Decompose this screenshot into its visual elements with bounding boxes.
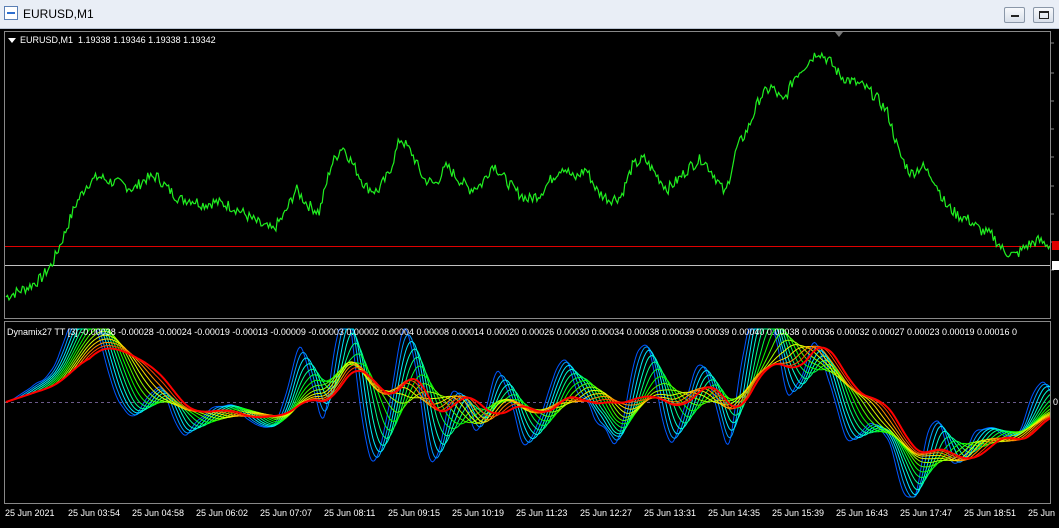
time-label: 25 Jun 12:27 bbox=[580, 508, 633, 518]
window-titlebar: EURUSD,M1 bbox=[0, 0, 1059, 29]
time-label: 25 Jun 13:31 bbox=[644, 508, 697, 518]
indicator-curve bbox=[5, 328, 1051, 498]
time-label: 25 Jun 09:15 bbox=[388, 508, 441, 518]
time-label: 25 Jun 04:58 bbox=[132, 508, 185, 518]
time-label: 25 Jun bbox=[1028, 508, 1056, 518]
main-pane-border bbox=[4, 31, 1051, 319]
indicator-values: -0.00038 -0.00028 -0.00024 -0.00019 -0.0… bbox=[80, 327, 1018, 337]
indicator-pane-border bbox=[4, 321, 1051, 504]
indicator-zero-label: 0 bbox=[1053, 397, 1059, 407]
time-label: 25 Jun 15:39 bbox=[772, 508, 825, 518]
chart-canvas[interactable]: EURUSD,M1 1.19338 1.19346 1.19338 1.1934… bbox=[0, 29, 1059, 528]
indicator-ribbon bbox=[5, 328, 1051, 498]
time-label: 25 Jun 10:19 bbox=[452, 508, 505, 518]
chart-shift-marker bbox=[835, 32, 843, 37]
time-label: 25 Jun 03:54 bbox=[68, 508, 121, 518]
ohlc-values: 1.19338 1.19346 1.19338 1.19342 bbox=[78, 35, 216, 45]
indicator-label: Dynamix27 TT [3] -0.00038 -0.00028 -0.00… bbox=[7, 327, 1017, 337]
bid-price-marker bbox=[1052, 241, 1059, 250]
time-label: 25 Jun 07:07 bbox=[260, 508, 313, 518]
time-label: 25 Jun 06:02 bbox=[196, 508, 249, 518]
minimize-button[interactable] bbox=[1004, 7, 1025, 23]
chart-svg bbox=[4, 31, 1054, 504]
time-label: 25 Jun 08:11 bbox=[324, 508, 376, 518]
ask-price-marker bbox=[1052, 261, 1059, 270]
time-label: 25 Jun 11:23 bbox=[516, 508, 568, 518]
restore-button[interactable] bbox=[1033, 7, 1054, 23]
indicator-name: Dynamix27 TT [3] bbox=[7, 327, 78, 337]
time-label: 25 Jun 17:47 bbox=[900, 508, 953, 518]
time-label: 25 Jun 2021 bbox=[5, 508, 55, 518]
restore-icon bbox=[1039, 11, 1049, 19]
time-label: 25 Jun 18:51 bbox=[964, 508, 1017, 518]
symbol-dropdown-icon[interactable] bbox=[8, 38, 16, 43]
minimize-icon bbox=[1011, 15, 1019, 17]
symbol-label: EURUSD,M1 bbox=[20, 35, 74, 45]
price-series bbox=[5, 51, 1051, 302]
indicator-curve bbox=[5, 328, 1051, 498]
chart-window-icon bbox=[4, 6, 18, 20]
window-title: EURUSD,M1 bbox=[23, 7, 94, 21]
price-line bbox=[5, 51, 1051, 302]
time-label: 25 Jun 14:35 bbox=[708, 508, 761, 518]
time-label: 25 Jun 16:43 bbox=[836, 508, 889, 518]
time-axis: 25 Jun 2021 25 Jun 03:54 25 Jun 04:58 25… bbox=[0, 506, 1056, 524]
main-chart-label: EURUSD,M1 1.19338 1.19346 1.19338 1.1934… bbox=[20, 35, 216, 45]
indicator-curve bbox=[5, 328, 1051, 496]
